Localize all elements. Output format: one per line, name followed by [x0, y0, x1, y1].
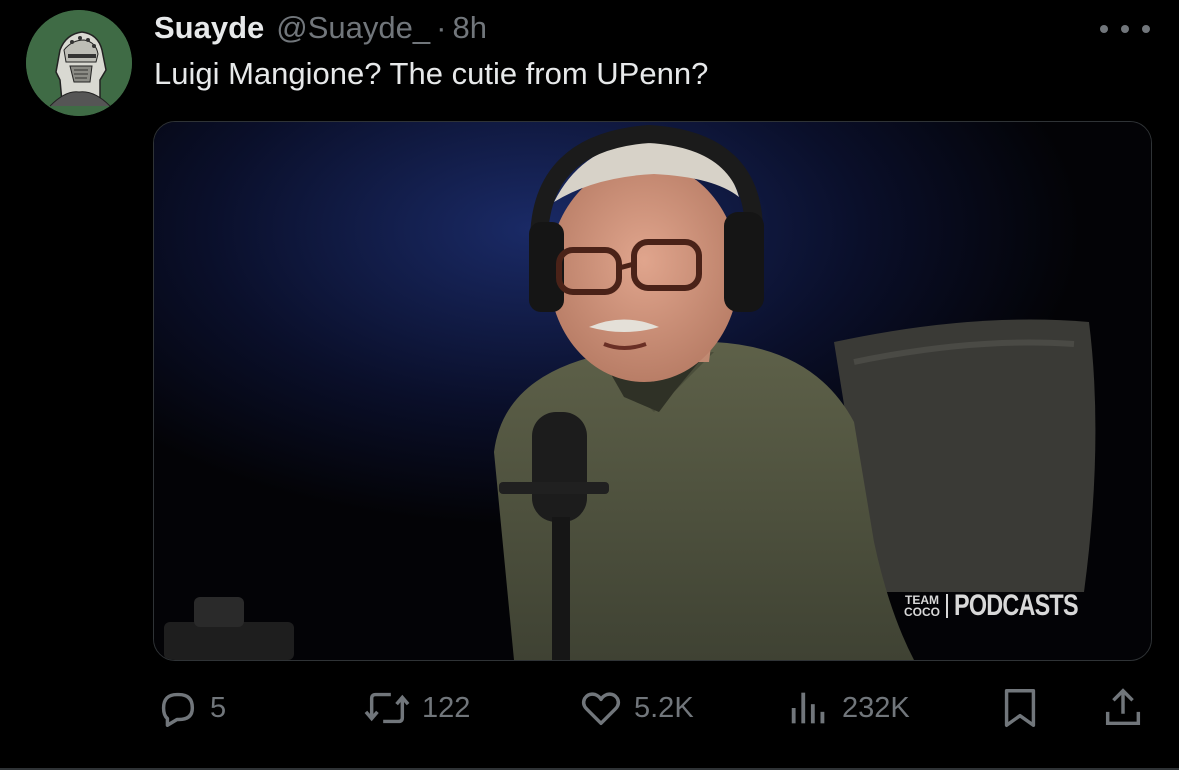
video-frame — [154, 122, 1151, 660]
watermark-coco-text: COCO — [904, 605, 940, 619]
bookmark-icon — [1004, 689, 1036, 727]
share-icon — [1105, 688, 1141, 726]
tweet-header: Suayde @Suayde_ · 8h — [154, 8, 487, 48]
tweet[interactable]: Suayde @Suayde_ · 8h Luigi Mangione? The… — [0, 0, 1179, 770]
separator-dot: · — [436, 10, 447, 45]
tweet-timestamp[interactable]: 8h — [452, 10, 486, 46]
video-media[interactable]: TEAM COCO PODCASTS — [153, 121, 1152, 661]
tweet-action-bar: 5 122 5.2K 232K — [154, 680, 1150, 736]
views-button[interactable]: 232K — [786, 680, 910, 736]
knight-helmet-avatar-icon — [26, 10, 132, 116]
retweet-count: 122 — [422, 691, 471, 724]
like-count: 5.2K — [634, 691, 694, 724]
watermark-team-coco: TEAM COCO — [904, 594, 948, 618]
bookmark-button[interactable] — [997, 680, 1043, 736]
reply-count: 5 — [210, 691, 227, 724]
like-button[interactable]: 5.2K — [578, 680, 694, 736]
share-button[interactable] — [1100, 680, 1146, 736]
reply-button[interactable]: 5 — [154, 680, 226, 736]
heart-icon — [581, 692, 621, 726]
more-dots-icon[interactable] — [1100, 14, 1150, 44]
author-handle[interactable]: @Suayde_ — [276, 10, 430, 46]
retweet-icon — [364, 692, 410, 724]
team-coco-podcasts-watermark: TEAM COCO PODCASTS — [904, 589, 1113, 623]
retweet-button[interactable]: 122 — [362, 680, 470, 736]
author-display-name[interactable]: Suayde — [154, 10, 264, 46]
views-bars-icon — [791, 692, 825, 724]
views-count: 232K — [842, 691, 910, 724]
author-avatar[interactable] — [26, 10, 132, 116]
reply-bubble-icon — [161, 692, 195, 727]
tweet-text: Luigi Mangione? The cutie from UPenn? — [154, 56, 709, 91]
watermark-podcasts-text: PODCASTS — [954, 589, 1079, 622]
